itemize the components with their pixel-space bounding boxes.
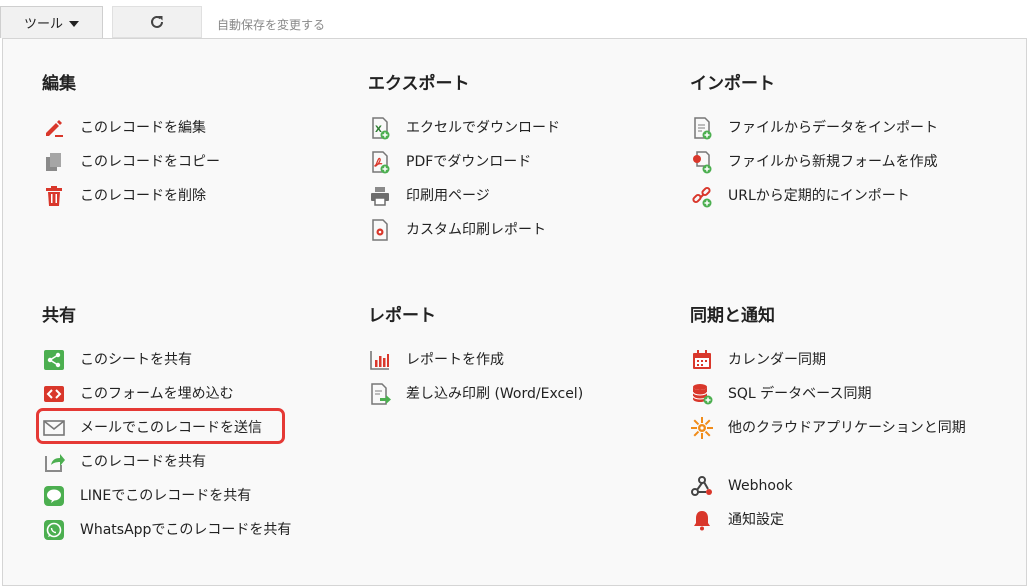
database-icon: [690, 382, 714, 406]
import-data-item[interactable]: ファイルからデータをインポート: [690, 116, 938, 150]
tools-label: ツール: [23, 17, 63, 32]
section-sync: 同期と通知 カレンダー同期 SQL データベース同期 他のクラウドアプリケーショ…: [690, 304, 990, 531]
autosave-toggle[interactable]: 自動保存を変更する: [217, 16, 325, 33]
section-title-share: 共有: [42, 306, 76, 326]
section-title-edit: 編集: [42, 74, 76, 94]
share-icon: [42, 348, 66, 372]
email-record-item[interactable]: メールでこのレコードを送信: [36, 408, 291, 450]
caret-down-icon: [69, 20, 79, 27]
tools-menu-panel: 編集 このレコードを編集 このレコードをコピー このレコードを削除 エクスポート…: [2, 38, 1027, 586]
pencil-icon: [42, 116, 66, 140]
export-excel-item[interactable]: X エクセルでダウンロード: [368, 116, 560, 150]
whatsapp-icon: [42, 518, 66, 542]
printer-icon: [368, 184, 392, 208]
refresh-icon: [151, 15, 163, 28]
section-export: エクスポート X エクセルでダウンロード PDFでダウンロード 印刷用ページ カ…: [368, 72, 668, 241]
custom-print-icon: [368, 218, 392, 242]
new-form-from-file-icon: [690, 150, 714, 174]
section-edit: 編集 このレコードを編集 このレコードをコピー このレコードを削除: [42, 72, 342, 206]
calendar-sync-item[interactable]: カレンダー同期: [690, 348, 978, 382]
webhook-item[interactable]: Webhook: [690, 474, 978, 508]
copy-icon: [42, 150, 66, 174]
section-title-export: エクスポート: [368, 74, 470, 94]
share-line-item[interactable]: LINEでこのレコードを共有: [42, 484, 291, 518]
share-sheet-item[interactable]: このシートを共有: [42, 348, 291, 382]
section-share: 共有 このシートを共有 このフォームを埋め込む メールでこのレコードを送信 この…: [36, 304, 342, 540]
calendar-icon: [690, 348, 714, 372]
notification-settings-item[interactable]: 通知設定: [690, 508, 978, 542]
custom-print-report-item[interactable]: カスタム印刷レポート: [368, 218, 560, 252]
mail-merge-icon: [368, 382, 392, 406]
trash-icon: [42, 184, 66, 208]
cloud-app-sync-item[interactable]: 他のクラウドアプリケーションと同期: [690, 416, 978, 474]
refresh-button[interactable]: [112, 6, 202, 38]
line-icon: [42, 484, 66, 508]
share-record-icon: [42, 450, 66, 474]
print-page-item[interactable]: 印刷用ページ: [368, 184, 560, 218]
cloud-app-icon: [690, 416, 714, 440]
url-import-item[interactable]: URLから定期的にインポート: [690, 184, 938, 218]
url-import-icon: [690, 184, 714, 208]
create-report-item[interactable]: レポートを作成: [368, 348, 583, 382]
new-form-from-file-item[interactable]: ファイルから新規フォームを作成: [690, 150, 938, 184]
delete-record-item[interactable]: このレコードを削除: [42, 184, 220, 218]
pdf-file-icon: [368, 150, 392, 174]
share-whatsapp-item[interactable]: WhatsAppでこのレコードを共有: [42, 518, 291, 552]
webhook-icon: [690, 474, 714, 498]
edit-record-item[interactable]: このレコードを編集: [42, 116, 220, 150]
section-title-report: レポート: [368, 306, 436, 326]
file-import-icon: [690, 116, 714, 140]
embed-form-item[interactable]: このフォームを埋め込む: [42, 382, 291, 416]
toolbar: ツール 自動保存を変更する: [0, 0, 1027, 40]
mail-merge-item[interactable]: 差し込み印刷 (Word/Excel): [368, 382, 583, 416]
tools-menu-button[interactable]: ツール: [0, 6, 103, 38]
section-import: インポート ファイルからデータをインポート ファイルから新規フォームを作成 UR…: [690, 72, 990, 208]
copy-record-item[interactable]: このレコードをコピー: [42, 150, 220, 184]
section-title-sync: 同期と通知: [690, 306, 775, 326]
bar-chart-icon: [368, 348, 392, 372]
sql-sync-item[interactable]: SQL データベース同期: [690, 382, 978, 416]
section-report: レポート レポートを作成 差し込み印刷 (Word/Excel): [368, 304, 668, 405]
section-title-import: インポート: [690, 74, 775, 94]
excel-file-icon: X: [368, 116, 392, 140]
mail-icon: [42, 416, 66, 440]
embed-code-icon: [42, 382, 66, 406]
share-record-item[interactable]: このレコードを共有: [42, 450, 291, 484]
bell-icon: [690, 508, 714, 532]
export-pdf-item[interactable]: PDFでダウンロード: [368, 150, 560, 184]
